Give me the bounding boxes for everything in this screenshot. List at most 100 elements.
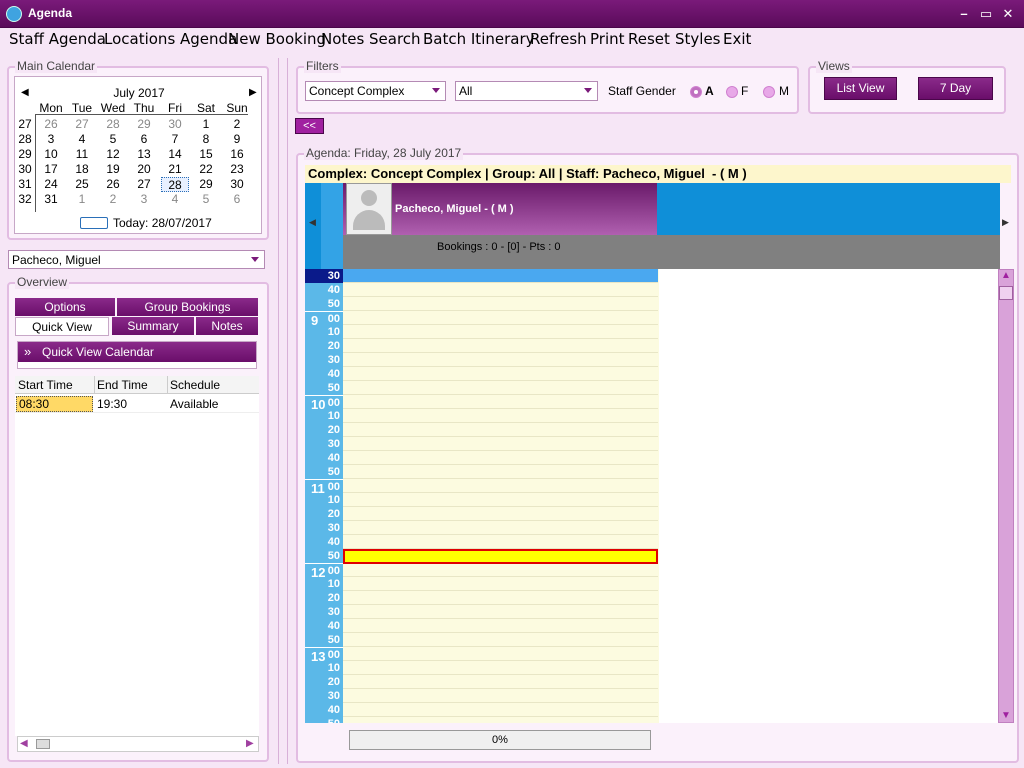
menu-search[interactable]: Search: [369, 30, 421, 48]
calendar-day[interactable]: 1: [192, 117, 220, 131]
table-row[interactable]: 08:30 19:30 Available: [15, 395, 259, 413]
calendar-day[interactable]: 14: [161, 147, 189, 161]
time-slot[interactable]: [343, 325, 658, 339]
scroll-left-icon[interactable]: ◀: [20, 738, 28, 749]
time-slot[interactable]: [343, 647, 658, 661]
time-slot[interactable]: [343, 353, 658, 367]
calendar-day[interactable]: 29: [130, 117, 158, 131]
scroll-right-icon[interactable]: ▶: [1002, 217, 1009, 228]
calendar-day[interactable]: 2: [223, 117, 251, 131]
menu-locations-agenda[interactable]: Locations Agenda: [104, 30, 237, 48]
calendar-day[interactable]: 30: [161, 117, 189, 131]
time-slot[interactable]: [343, 493, 658, 507]
time-slot[interactable]: [343, 591, 658, 605]
month-calendar[interactable]: ◀ July 2017 ▶ Mon Tue Wed Thu Fri Sat Sun 27 26…: [14, 76, 262, 234]
calendar-day[interactable]: 31: [37, 192, 65, 206]
start-time-cell[interactable]: 08:30: [16, 396, 93, 412]
calendar-day[interactable]: 27: [130, 177, 158, 191]
scroll-up-icon[interactable]: ▲: [1001, 270, 1011, 281]
calendar-day[interactable]: 18: [68, 162, 96, 176]
menu-exit[interactable]: Exit: [723, 30, 751, 48]
time-slot[interactable]: [343, 269, 658, 283]
time-slot[interactable]: [343, 437, 658, 451]
calendar-day[interactable]: 11: [68, 147, 96, 161]
scroll-down-icon[interactable]: ▼: [1001, 710, 1011, 721]
calendar-day[interactable]: 10: [37, 147, 65, 161]
calendar-day[interactable]: 17: [37, 162, 65, 176]
time-slot[interactable]: [343, 563, 658, 577]
menu-print[interactable]: Print: [590, 30, 625, 48]
calendar-day[interactable]: 29: [192, 177, 220, 191]
calendar-day[interactable]: 24: [37, 177, 65, 191]
time-slot[interactable]: [343, 297, 658, 311]
staff-select[interactable]: Pacheco, Miguel: [8, 250, 265, 269]
calendar-day[interactable]: 22: [192, 162, 220, 176]
scroll-thumb[interactable]: [36, 739, 50, 749]
calendar-day[interactable]: 12: [99, 147, 127, 161]
gender-radio-m[interactable]: [763, 86, 775, 98]
tab-notes[interactable]: Notes: [196, 317, 258, 335]
calendar-day[interactable]: 3: [130, 192, 158, 206]
quick-view-calendar-header[interactable]: » Quick View Calendar: [18, 342, 256, 362]
complex-select[interactable]: Concept Complex: [305, 81, 446, 101]
col-end-time[interactable]: End Time: [97, 378, 148, 392]
time-slot[interactable]: [343, 633, 658, 647]
time-slot[interactable]: [343, 605, 658, 619]
vertical-scrollbar[interactable]: ▲ ▼: [998, 269, 1014, 723]
time-slot[interactable]: [343, 465, 658, 479]
calendar-day[interactable]: 5: [99, 132, 127, 146]
gender-radio-a[interactable]: [690, 86, 702, 98]
calendar-day[interactable]: 7: [161, 132, 189, 146]
calendar-day[interactable]: 13: [130, 147, 158, 161]
menu-refresh[interactable]: Refresh: [530, 30, 587, 48]
time-slot[interactable]: [343, 409, 658, 423]
calendar-day[interactable]: 9: [223, 132, 251, 146]
time-slot[interactable]: [343, 339, 658, 353]
minimize-icon[interactable]: –: [956, 6, 972, 22]
time-slot[interactable]: [343, 283, 658, 297]
calendar-day[interactable]: 26: [37, 117, 65, 131]
time-slot[interactable]: [343, 661, 658, 675]
tab-options[interactable]: Options: [15, 298, 115, 316]
menu-styles[interactable]: Styles: [675, 30, 721, 48]
selected-day[interactable]: 28: [161, 177, 189, 192]
calendar-day[interactable]: 1: [68, 192, 96, 206]
close-icon[interactable]: ✕: [1000, 6, 1016, 22]
time-slot[interactable]: [343, 423, 658, 437]
menu-batch-itinerary[interactable]: Batch Itinerary: [423, 30, 535, 48]
horizontal-scrollbar[interactable]: ◀ ▶: [17, 736, 259, 752]
menu-notes[interactable]: Notes: [321, 30, 364, 48]
time-slot[interactable]: [343, 451, 658, 465]
calendar-day[interactable]: 26: [99, 177, 127, 191]
tab-group-bookings[interactable]: Group Bookings: [117, 298, 258, 316]
panel-splitter[interactable]: [278, 58, 288, 764]
calendar-day[interactable]: 25: [68, 177, 96, 191]
calendar-day[interactable]: 20: [130, 162, 158, 176]
collapse-button[interactable]: <<: [295, 118, 324, 134]
list-view-button[interactable]: List View: [824, 77, 897, 100]
time-slot[interactable]: [343, 381, 658, 395]
time-slot[interactable]: [343, 689, 658, 703]
col-start-time[interactable]: Start Time: [18, 378, 73, 392]
time-slot[interactable]: [343, 535, 658, 549]
calendar-day[interactable]: 19: [99, 162, 127, 176]
calendar-day[interactable]: 21: [161, 162, 189, 176]
staff-card[interactable]: Pacheco, Miguel - ( M ): [343, 183, 657, 235]
calendar-day[interactable]: 8: [192, 132, 220, 146]
calendar-day[interactable]: 6: [130, 132, 158, 146]
time-slot[interactable]: [343, 367, 658, 381]
scroll-thumb[interactable]: [999, 286, 1013, 300]
gender-radio-f[interactable]: [726, 86, 738, 98]
time-slot[interactable]: [343, 521, 658, 535]
scroll-left-icon[interactable]: ◀: [309, 217, 316, 228]
calendar-day[interactable]: 5: [192, 192, 220, 206]
seven-day-button[interactable]: 7 Day: [918, 77, 993, 100]
time-slot[interactable]: [343, 619, 658, 633]
today-label[interactable]: Today: 28/07/2017: [113, 216, 212, 230]
tab-summary[interactable]: Summary: [112, 317, 194, 335]
calendar-day[interactable]: 4: [68, 132, 96, 146]
time-slot[interactable]: [343, 507, 658, 521]
maximize-icon[interactable]: ▭: [978, 6, 994, 22]
time-slot[interactable]: [343, 479, 658, 493]
time-slot[interactable]: [343, 703, 658, 717]
